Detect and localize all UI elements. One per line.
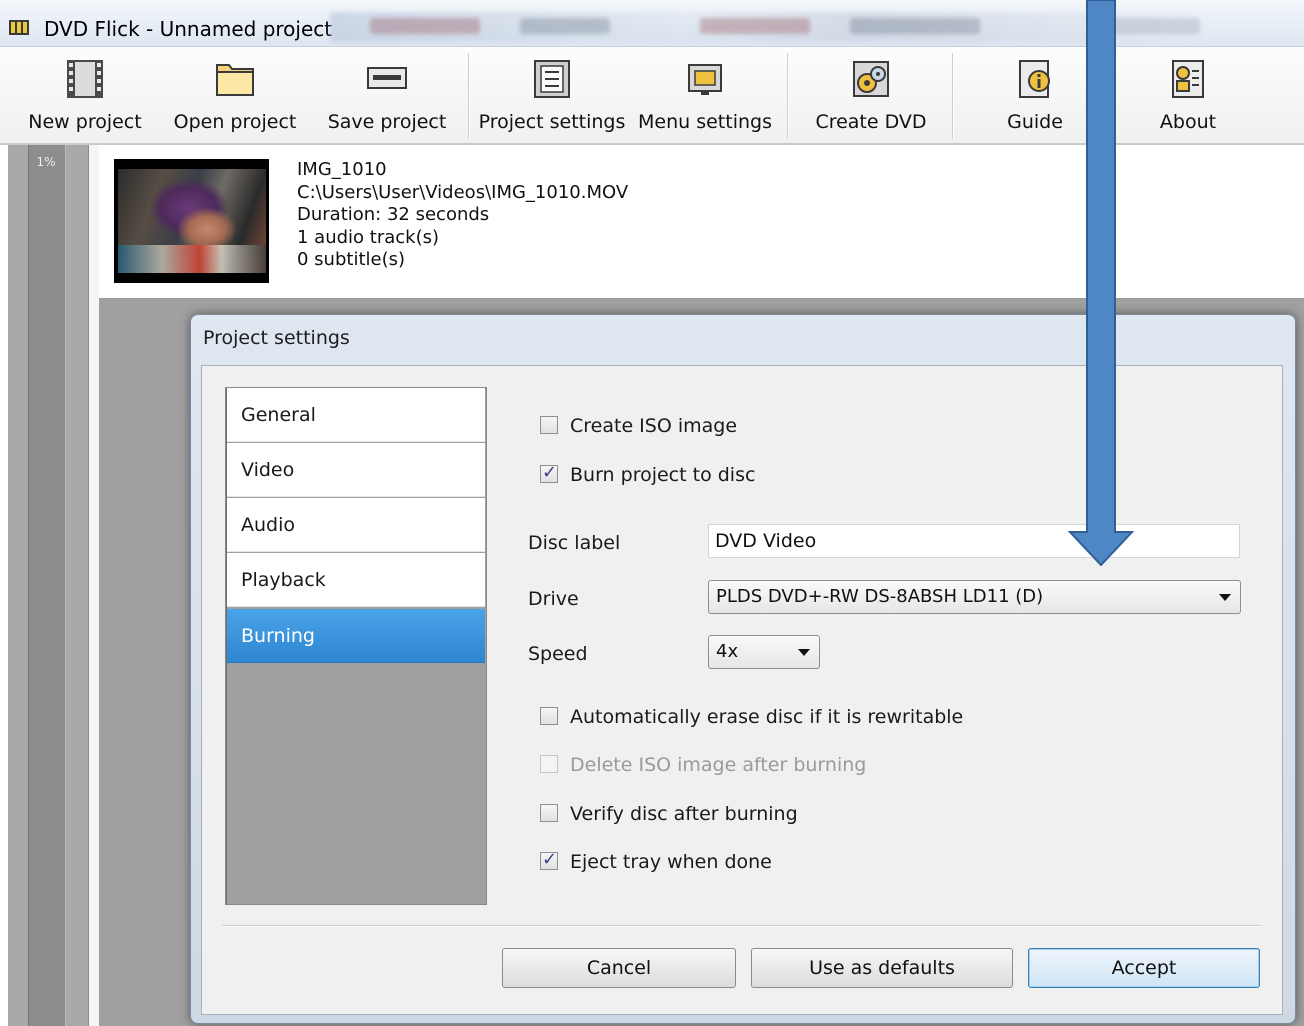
film-strip-icon [67,60,103,98]
project-settings-label: Project settings [478,111,626,133]
menu-settings-label: Menu settings [638,111,772,133]
accept-button[interactable]: Accept [1028,948,1260,988]
verify-disc-checkbox[interactable] [540,804,558,822]
video-info: IMG_1010 C:\Users\User\Videos\IMG_1010.M… [297,159,628,272]
left-edge [0,145,8,1026]
size-progress-column: 1% [8,145,89,1026]
open-project-button[interactable]: Open project [166,47,304,143]
new-project-label: New project [28,111,142,133]
burn-to-disc-label: Burn project to disc [570,464,756,486]
app-icon [9,20,29,35]
disc-gears-icon [853,61,889,97]
dialog-title: Project settings [203,327,350,349]
info-book-icon [1019,60,1050,98]
video-name: IMG_1010 [297,159,387,180]
category-general[interactable]: General [227,388,485,442]
dialog-divider [222,925,1260,927]
menu-settings-button[interactable]: Menu settings [634,47,776,143]
video-audio-tracks: 1 audio track(s) [297,226,440,248]
annotation-arrow-icon [1068,0,1134,566]
create-dvd-label: Create DVD [815,111,927,133]
video-thumbnail [114,159,269,283]
size-progress-percent: 1% [36,155,56,169]
cancel-button[interactable]: Cancel [502,948,736,988]
use-as-defaults-button[interactable]: Use as defaults [751,948,1013,988]
category-burning[interactable]: Burning [227,609,485,663]
folder-icon [216,64,254,96]
video-subtitles: 0 subtitle(s) [297,249,405,270]
chevron-down-icon [798,649,810,656]
burn-to-disc-checkbox[interactable] [540,462,558,483]
disc-label-input[interactable]: DVD Video [708,524,1240,558]
save-project-button[interactable]: Save project [318,47,456,143]
auto-erase-checkbox[interactable] [540,707,558,725]
new-project-button[interactable]: New project [18,47,152,143]
toolbar-separator [468,53,470,139]
disk-drive-icon [367,67,407,89]
project-settings-button[interactable]: Project settings [476,47,628,143]
save-project-label: Save project [327,111,447,133]
chevron-down-icon [1219,594,1231,601]
category-audio[interactable]: Audio [227,498,485,552]
settings-sheet-icon [534,60,570,98]
video-thumbnail-image [118,169,266,273]
eject-tray-checkbox[interactable] [540,849,558,870]
about-label: About [1159,111,1217,133]
about-button[interactable]: About [1120,47,1256,143]
column-gap [89,145,99,1026]
speed-select[interactable]: 4x [708,635,820,669]
create-iso-label: Create ISO image [570,415,738,437]
size-progress-bar [28,145,66,1026]
toolbar-separator [952,53,954,139]
drive-select-value: PLDS DVD+-RW DS-8ABSH LD11 (D) [716,586,1044,607]
speed-label: Speed [528,643,588,665]
toolbar-separator [787,53,789,139]
video-path: C:\Users\User\Videos\IMG_1010.MOV [297,181,629,203]
window-title: DVD Flick - Unnamed project [44,17,333,41]
about-document-icon [1172,60,1204,98]
disc-label-label: Disc label [528,532,621,554]
open-project-label: Open project [173,111,297,133]
delete-iso-label: Delete ISO image after burning [570,754,867,776]
speed-select-value: 4x [716,641,739,662]
category-playback[interactable]: Playback [227,553,485,607]
video-duration: Duration: 32 seconds [297,204,490,225]
create-dvd-button[interactable]: Create DVD [800,47,942,143]
auto-erase-label: Automatically erase disc if it is rewrit… [570,706,964,728]
eject-tray-label: Eject tray when done [570,851,772,873]
delete-iso-checkbox [540,755,558,773]
drive-select[interactable]: PLDS DVD+-RW DS-8ABSH LD11 (D) [708,580,1241,614]
settings-category-list: General Video Audio Playback Burning [225,387,487,905]
menu-screen-icon [688,64,722,95]
create-iso-checkbox[interactable] [540,416,558,434]
drive-label: Drive [528,588,579,610]
category-video[interactable]: Video [227,443,485,497]
verify-disc-label: Verify disc after burning [570,803,798,825]
